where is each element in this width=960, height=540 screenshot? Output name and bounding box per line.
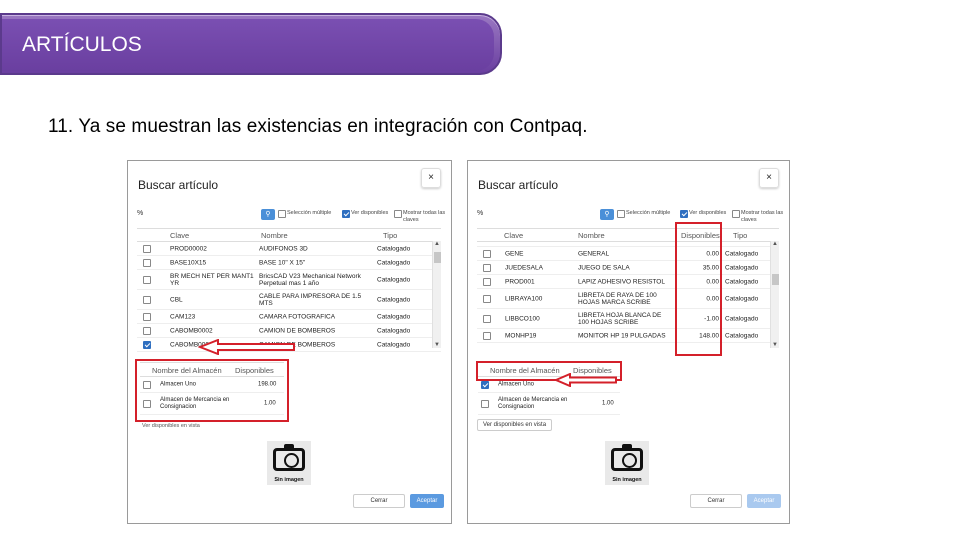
warehouse-checkbox[interactable] [481, 399, 489, 408]
scroll-up-icon[interactable]: ▲ [434, 241, 440, 247]
table-row[interactable]: CAM123 CAMARA FOTOGRAFICA Catalogado [137, 310, 441, 324]
search-input[interactable]: % [477, 210, 483, 217]
col-clave: Clave [504, 231, 524, 240]
multiple-selection-option[interactable]: Selección múltiple [617, 210, 670, 218]
col-tipo: Tipo [383, 231, 398, 240]
scroll-thumb[interactable] [772, 274, 779, 285]
scroll-down-icon[interactable]: ▼ [772, 342, 778, 348]
no-image-placeholder: Sin imagen [267, 441, 311, 485]
view-available-button[interactable]: Ver disponibles en vista [477, 419, 553, 431]
col-nombre: Nombre [261, 231, 288, 240]
row-checkbox[interactable] [483, 314, 491, 323]
table-row[interactable]: LIBBCO100 LIBRETA HOJA BLANCA DE 100 HOJ… [477, 309, 779, 329]
table-row[interactable]: CABOMB0002 CAMION DE BOMBEROS Catalogado [137, 324, 441, 338]
available-checkbox[interactable] [342, 210, 350, 218]
camera-icon [611, 444, 643, 471]
left-dialog-screenshot: Buscar artículo × % ⚲ Selección múltiple… [127, 160, 452, 524]
table-row[interactable]: PROD00002 AUDIFONOS 3D Catalogado [137, 242, 441, 256]
close-button[interactable]: × [421, 168, 441, 188]
view-available-link[interactable]: Ver disponibles en vista [142, 423, 200, 429]
table-row[interactable]: CBL CABLE PARA IMPRESORA DE 1.5 MTS Cata… [137, 290, 441, 310]
table-row[interactable]: LIBRAYA100 LIBRETA DE RAYA DE 100 HOJAS … [477, 289, 779, 309]
search-icon[interactable]: ⚲ [261, 209, 275, 220]
all-keys-option[interactable]: Mostrar todas las claves [732, 210, 783, 224]
col-clave: Clave [170, 231, 190, 240]
scroll-down-icon[interactable]: ▼ [434, 342, 440, 348]
grid-scrollbar[interactable]: ▲ ▼ [770, 241, 779, 348]
table-row[interactable]: BR MECH NET PER MANT1 YR BricsCAD V23 Me… [137, 270, 441, 290]
table-row[interactable]: BASE10X15 BASE 10" X 15" Catalogado [137, 256, 441, 270]
row-checkbox[interactable] [143, 340, 151, 349]
cancel-button[interactable]: Cerrar [353, 494, 405, 508]
right-dialog-screenshot: Buscar artículo × % ⚲ Selección múltiple… [467, 160, 790, 524]
slide: ARTÍCULOS 11. Ya se muestran las existen… [0, 0, 960, 540]
articles-grid: Clave Nombre Tipo PROD00002 AUDIFONOS 3D… [137, 228, 441, 352]
grid-scrollbar[interactable]: ▲ ▼ [432, 241, 441, 348]
all-keys-option[interactable]: Mostrar todas las claves [394, 210, 445, 224]
row-checkbox[interactable] [483, 249, 491, 258]
row-checkbox[interactable] [483, 277, 491, 286]
available-column-highlight-box [675, 222, 722, 356]
dialog-title: Buscar artículo [478, 178, 559, 192]
camera-icon [273, 444, 305, 471]
accept-button[interactable]: Aceptar [410, 494, 444, 508]
multiple-selection-checkbox[interactable] [617, 210, 625, 218]
warehouse-highlight-box [135, 359, 289, 422]
col-tipo: Tipo [733, 231, 748, 240]
row-checkbox[interactable] [143, 244, 151, 253]
red-arrow-icon [198, 339, 295, 355]
available-option[interactable]: Ver disponibles [680, 210, 726, 218]
search-icon[interactable]: ⚲ [600, 209, 614, 220]
articles-grid: Clave Nombre Disponibles Tipo GENE GENER… [477, 228, 779, 343]
close-button[interactable]: × [759, 168, 779, 188]
row-checkbox[interactable] [483, 294, 491, 303]
dialog-title: Buscar artículo [138, 178, 219, 192]
table-row[interactable]: GENE GENERAL 0.00 Catalogado [477, 247, 779, 261]
slide-title: ARTÍCULOS [22, 33, 142, 56]
all-keys-checkbox[interactable] [394, 210, 402, 218]
grid-header: Clave Nombre Tipo [137, 229, 441, 242]
row-checkbox[interactable] [143, 258, 151, 267]
warehouse-row[interactable]: Almacen de Mercancia en Consignacion 1.0… [478, 393, 620, 415]
table-row[interactable]: PROD001 LAPIZ ADHESIVO RESISTOL 0.00 Cat… [477, 275, 779, 289]
multiple-selection-option[interactable]: Selección múltiple [278, 210, 331, 218]
search-input[interactable]: % [137, 210, 143, 217]
multiple-selection-checkbox[interactable] [278, 210, 286, 218]
step-caption: 11. Ya se muestran las existencias en in… [48, 116, 588, 137]
accept-button[interactable]: Aceptar [747, 494, 781, 508]
scroll-thumb[interactable] [434, 252, 441, 263]
grid-header: Clave Nombre Disponibles Tipo [477, 229, 779, 242]
available-option[interactable]: Ver disponibles [342, 210, 388, 218]
row-checkbox[interactable] [483, 331, 491, 340]
col-nombre: Nombre [578, 231, 605, 240]
scroll-up-icon[interactable]: ▲ [772, 241, 778, 247]
no-image-placeholder: Sin imagen [605, 441, 649, 485]
warehouse-checkbox[interactable] [481, 380, 489, 389]
table-row[interactable]: MONHP19 MONITOR HP 19 PULGADAS 148.00 Ca… [477, 329, 779, 343]
row-checkbox[interactable] [143, 295, 151, 304]
red-arrow-icon [554, 373, 617, 387]
available-checkbox[interactable] [680, 210, 688, 218]
all-keys-checkbox[interactable] [732, 210, 740, 218]
table-row[interactable]: JUEDESALA JUEGO DE SALA 35.00 Catalogado [477, 261, 779, 275]
cancel-button[interactable]: Cerrar [690, 494, 742, 508]
row-checkbox[interactable] [143, 312, 151, 321]
row-checkbox[interactable] [143, 275, 151, 284]
row-checkbox[interactable] [483, 263, 491, 272]
row-checkbox[interactable] [143, 326, 151, 335]
